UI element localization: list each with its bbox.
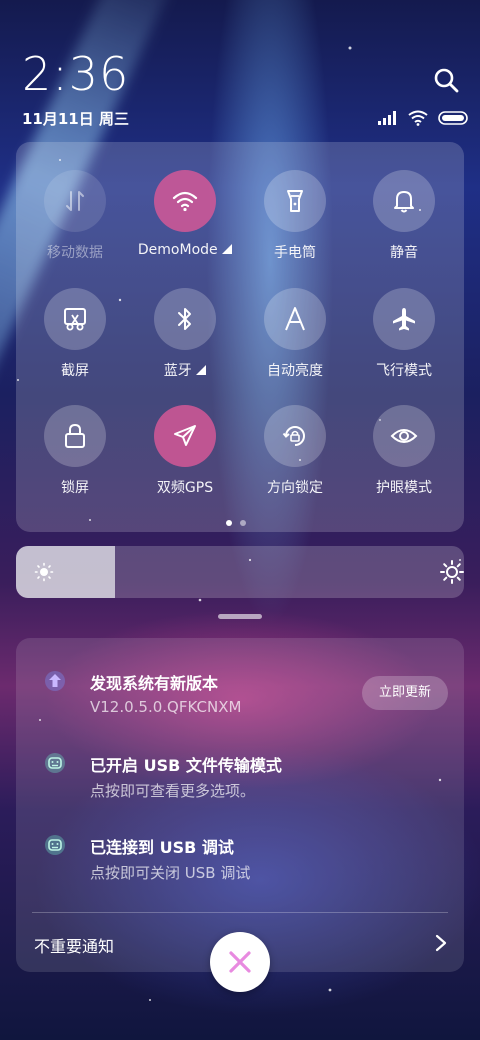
signal-icon xyxy=(378,111,396,125)
system-update-icon xyxy=(45,671,65,691)
tile-label: 蓝牙 xyxy=(130,360,240,380)
notification-title: 已连接到 USB 调试 xyxy=(90,838,234,857)
tile-circle xyxy=(154,405,216,467)
quick-settings-panel: 移动数据 DemoMode 手电筒 静音 截屏 蓝牙 自动亮度 飞行模式 锁屏 … xyxy=(16,142,464,532)
tile-label: 双频GPS xyxy=(156,480,214,496)
notification-usb-transfer[interactable]: 已开启 USB 文件传输模式 点按即可查看更多选项。 xyxy=(16,752,464,822)
search-button[interactable] xyxy=(432,66,462,96)
clear-all-notifications-button[interactable] xyxy=(210,932,270,992)
tile-label: 锁屏 xyxy=(61,480,89,496)
tile-silent[interactable]: 静音 xyxy=(349,170,459,262)
tile-lock-screen[interactable]: 锁屏 xyxy=(20,405,130,497)
lock-icon xyxy=(65,423,85,448)
eye-icon xyxy=(390,429,418,443)
date-label: 11月11日 周三 xyxy=(22,110,129,128)
flashlight-icon xyxy=(287,190,303,212)
clock: 2:36 xyxy=(22,47,130,101)
notification-title: 发现系统有新版本 xyxy=(90,674,219,693)
notification-subtitle: 点按即可关闭 USB 调试 xyxy=(90,864,251,882)
page-indicator xyxy=(226,520,246,526)
update-now-button[interactable]: 立即更新 xyxy=(362,676,448,710)
page-dot xyxy=(240,520,246,526)
mobile-data-icon xyxy=(66,191,84,211)
notification-subtitle: V12.0.5.0.QFKCNXM xyxy=(90,698,242,716)
status-icons xyxy=(378,108,468,128)
notification-panel: 发现系统有新版本 V12.0.5.0.QFKCNXM 立即更新 已开启 USB … xyxy=(16,638,464,972)
tile-dual-gps[interactable]: 双频GPS xyxy=(130,405,240,497)
bell-icon xyxy=(394,191,414,213)
tile-circle xyxy=(264,170,326,232)
tile-circle xyxy=(44,405,106,467)
bluetooth-icon xyxy=(178,308,191,330)
chevron-right-icon[interactable] xyxy=(434,934,448,952)
brightness-slider[interactable] xyxy=(16,546,464,598)
drag-handle[interactable] xyxy=(218,614,262,619)
search-icon xyxy=(434,68,459,93)
tile-label: 护眼模式 xyxy=(376,480,432,496)
tile-circle xyxy=(373,405,435,467)
tile-bluetooth[interactable]: 蓝牙 xyxy=(130,288,240,380)
android-icon xyxy=(45,753,65,773)
tile-label: 手电筒 xyxy=(274,245,316,261)
brightness-high-icon xyxy=(440,560,464,584)
tile-auto-brightness[interactable]: 自动亮度 xyxy=(240,288,350,380)
tile-label: 自动亮度 xyxy=(267,363,323,379)
divider xyxy=(32,912,448,913)
tile-label: 移动数据 xyxy=(47,245,103,261)
tile-circle xyxy=(154,170,216,232)
tile-circle xyxy=(154,288,216,350)
rotation-lock-icon xyxy=(282,426,305,446)
battery-icon xyxy=(438,111,468,125)
tile-circle xyxy=(373,170,435,232)
page-dot-active xyxy=(226,520,232,526)
screenshot-icon xyxy=(64,308,86,331)
tile-label: 方向锁定 xyxy=(267,480,323,496)
notification-subtitle: 点按即可查看更多选项。 xyxy=(90,782,256,800)
tile-rotation-lock[interactable]: 方向锁定 xyxy=(240,405,350,497)
airplane-icon xyxy=(393,308,415,331)
tile-circle xyxy=(373,288,435,350)
wifi-icon xyxy=(172,191,198,212)
tile-label: 飞行模式 xyxy=(376,363,432,379)
brightness-fill xyxy=(16,546,115,598)
tile-mobile-data[interactable]: 移动数据 xyxy=(20,170,130,262)
expand-triangle-icon xyxy=(222,244,233,254)
tile-label: 静音 xyxy=(390,245,418,261)
notification-system-update[interactable]: 发现系统有新版本 V12.0.5.0.QFKCNXM 立即更新 xyxy=(16,670,464,740)
tile-circle xyxy=(44,170,106,232)
tile-label-text: DemoMode xyxy=(137,242,218,258)
tile-label: DemoMode xyxy=(130,242,240,258)
brightness-low-icon xyxy=(34,562,54,582)
wifi-status-icon xyxy=(408,110,428,126)
tile-circle xyxy=(264,405,326,467)
tile-label-text: 蓝牙 xyxy=(163,363,192,379)
tile-eye-care[interactable]: 护眼模式 xyxy=(349,405,459,497)
tile-circle xyxy=(264,288,326,350)
notification-title: 已开启 USB 文件传输模式 xyxy=(90,756,282,775)
tile-label: 截屏 xyxy=(61,363,89,379)
android-icon xyxy=(45,835,65,855)
tile-circle xyxy=(44,288,106,350)
tile-airplane-mode[interactable]: 飞行模式 xyxy=(349,288,459,380)
tile-screenshot[interactable]: 截屏 xyxy=(20,288,130,380)
auto-brightness-icon xyxy=(285,307,305,331)
close-icon xyxy=(229,951,251,973)
tile-wifi[interactable]: DemoMode xyxy=(130,170,240,258)
notification-usb-debugging[interactable]: 已连接到 USB 调试 点按即可关闭 USB 调试 xyxy=(16,834,464,904)
expand-triangle-icon xyxy=(196,365,207,375)
gps-icon xyxy=(174,425,196,446)
unimportant-notifications-label[interactable]: 不重要通知 xyxy=(34,933,114,957)
tile-flashlight[interactable]: 手电筒 xyxy=(240,170,350,262)
